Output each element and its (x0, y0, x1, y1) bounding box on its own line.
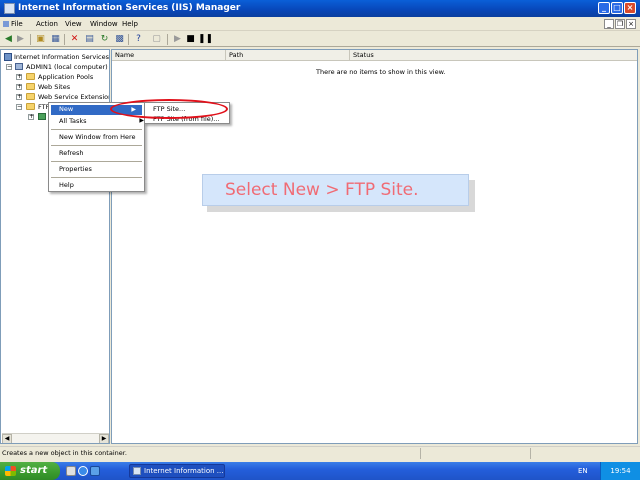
tree-item-admin1[interactable]: − ADMIN1 (local computer) (1, 62, 109, 72)
computer-icon (15, 63, 23, 70)
iis-app-icon[interactable] (4, 3, 15, 14)
status-bar: Creates a new object in this container. (0, 446, 640, 460)
context-menu-separator (51, 161, 142, 162)
toolbar: ◀ ▶ ▣ ▦ ✕ ▤ ↻ ▩ ? ▢ ▶ ■ ❚❚ (0, 32, 640, 47)
collapse-icon[interactable]: − (6, 64, 12, 70)
show-hide-tree-icon[interactable]: ▦ (50, 34, 61, 45)
folder-icon (26, 73, 35, 80)
status-text: Creates a new object in this container. (2, 449, 127, 457)
language-indicator[interactable]: EN (578, 462, 588, 480)
folder-icon (26, 83, 35, 90)
properties-icon[interactable]: ▤ (84, 34, 95, 45)
back-icon[interactable]: ◀ (3, 34, 14, 45)
show-desktop-icon[interactable] (66, 466, 76, 476)
minimize-button[interactable]: _ (598, 2, 610, 14)
context-menu-properties[interactable]: Properties (59, 165, 92, 173)
context-menu-new-label: New (59, 105, 74, 113)
menu-file[interactable]: File (3, 20, 23, 28)
iis-root-icon (4, 53, 12, 61)
toolbar-separator (128, 34, 129, 45)
media-player-icon[interactable] (90, 466, 100, 476)
status-cell-divider (420, 448, 421, 459)
export-list-icon[interactable]: ▩ (114, 34, 125, 45)
menu-view[interactable]: View (65, 20, 82, 28)
iis-manager-window: Internet Information Services (IIS) Mana… (0, 0, 640, 462)
empty-list-message: There are no items to show in this view. (316, 68, 446, 76)
menu-help[interactable]: Help (122, 20, 138, 28)
toolbar-separator (64, 34, 65, 45)
mdi-restore-button[interactable]: ❐ (615, 19, 625, 29)
context-menu-help[interactable]: Help (59, 181, 74, 189)
pause-item-icon[interactable]: ❚❚ (198, 34, 213, 45)
collapse-icon[interactable]: − (16, 104, 22, 110)
action-pane-icon[interactable]: ▢ (151, 34, 162, 45)
menu-bar: File Action View Window Help _ ❐ × (0, 18, 640, 31)
tree-item-application-pools[interactable]: + Application Pools (1, 72, 109, 82)
folder-icon (26, 93, 35, 100)
menu-window[interactable]: Window (90, 20, 118, 28)
forward-icon[interactable]: ▶ (15, 34, 26, 45)
tutorial-callout: Select New > FTP Site. (202, 174, 469, 206)
iis-app-icon (133, 467, 141, 475)
context-menu-separator (51, 129, 142, 130)
context-menu-separator (51, 177, 142, 178)
column-header-name[interactable]: Name (112, 50, 226, 61)
maximize-button[interactable]: □ (611, 2, 623, 14)
mdi-close-button[interactable]: × (626, 19, 636, 29)
start-item-icon[interactable]: ▶ (172, 34, 183, 45)
stop-item-icon[interactable]: ■ (185, 34, 196, 45)
title-bar[interactable]: Internet Information Services (IIS) Mana… (0, 0, 640, 17)
start-label: start (20, 465, 48, 476)
tree-item-label: ADMIN1 (local computer) (26, 63, 108, 71)
expand-icon[interactable]: + (16, 94, 22, 100)
tree-item-label: Application Pools (38, 73, 94, 81)
context-menu-refresh[interactable]: Refresh (59, 149, 84, 157)
taskbar-item-label: Internet Information ... (144, 467, 224, 475)
mdi-minimize-button[interactable]: _ (604, 19, 614, 29)
scroll-right-arrow-icon[interactable]: ▶ (99, 434, 109, 443)
start-button[interactable]: start (0, 462, 60, 480)
context-menu-separator (51, 145, 142, 146)
system-tray-clock[interactable]: 19:54 (600, 462, 640, 480)
tree-item-label: Internet Information Services (14, 53, 109, 61)
delete-icon[interactable]: ✕ (69, 34, 80, 45)
taskbar-item-iis-manager[interactable]: Internet Information ... (129, 464, 225, 478)
column-header-path[interactable]: Path (226, 50, 350, 61)
context-menu-new-window[interactable]: New Window from Here (59, 133, 136, 141)
windows-flag-icon (5, 466, 16, 476)
up-folder-icon[interactable]: ▣ (35, 34, 46, 45)
toolbar-separator (167, 34, 168, 45)
tree-item-web-sites[interactable]: + Web Sites (1, 82, 109, 92)
tree-horizontal-scrollbar[interactable]: ◀ ▶ (2, 433, 109, 443)
menu-file-label: File (11, 20, 23, 28)
context-menu-all-tasks[interactable]: All Tasks ▶ (59, 117, 144, 125)
context-menu-all-tasks-label: All Tasks (59, 117, 87, 125)
tutorial-highlight-ring (110, 99, 228, 119)
refresh-icon[interactable]: ↻ (99, 34, 110, 45)
toolbar-separator (30, 34, 31, 45)
expand-icon[interactable]: + (16, 84, 22, 90)
menu-action[interactable]: Action (36, 20, 58, 28)
status-cell-divider (530, 448, 531, 459)
tree-item-web-service-extensions[interactable]: + Web Service Extension (1, 92, 109, 102)
folder-icon (26, 103, 35, 110)
expand-icon[interactable]: + (16, 74, 22, 80)
taskbar: start Internet Information ... EN 19:54 (0, 462, 640, 480)
close-button[interactable]: × (624, 2, 636, 14)
window-title: Internet Information Services (IIS) Mana… (18, 3, 241, 13)
internet-explorer-icon[interactable] (78, 466, 88, 476)
column-header-status[interactable]: Status (350, 50, 637, 61)
tree-item-iis-root[interactable]: Internet Information Services (1, 52, 109, 62)
ftp-site-icon (38, 113, 46, 120)
help-icon[interactable]: ? (133, 34, 144, 45)
mmc-doc-icon (3, 21, 9, 27)
tree-item-label: Web Sites (38, 83, 71, 91)
expand-icon[interactable]: + (28, 114, 34, 120)
scroll-left-arrow-icon[interactable]: ◀ (2, 434, 12, 443)
tree-item-label: Web Service Extension (38, 93, 110, 101)
